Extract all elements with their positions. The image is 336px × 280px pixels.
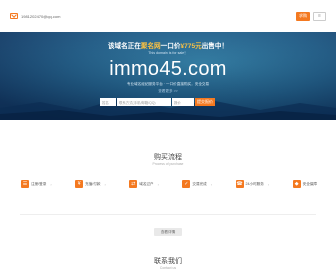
step-arrow-icon: ›	[210, 181, 213, 187]
process-step-label: 注册/登录	[31, 181, 47, 186]
sale-suffix: 出售中！	[201, 43, 229, 50]
step-arrow-icon: ›	[50, 181, 52, 187]
top-bar: 1981202470@qq.com 求购 ≡	[0, 0, 336, 32]
sale-headline: 该域名正在聚名网一口价¥775元出售中！	[0, 40, 336, 50]
process-step-label: 24小时服务	[245, 181, 264, 186]
offer-form: 姓名 联系方式(手机/邮箱/QQ) 报价 提交报价	[100, 98, 215, 106]
hero-banner: 该域名正在聚名网一口价¥775元出售中！ This domain is for …	[0, 32, 336, 120]
sale-price: ¥775元	[180, 43, 202, 50]
process-step-label: 充值/付款	[85, 181, 101, 186]
section-divider	[20, 214, 316, 215]
top-actions: 求购 ≡	[296, 11, 326, 21]
contact-email[interactable]: 1981202470@qq.com	[10, 13, 60, 19]
price-input[interactable]: 报价	[172, 98, 194, 106]
process-step-label: 域名过户	[139, 181, 154, 186]
sale-prefix: 该域名正在	[107, 43, 141, 50]
contact-input[interactable]: 联系方式(手机/邮箱/QQ)	[117, 98, 171, 106]
contact-email-text: 1981202470@qq.com	[21, 13, 61, 19]
service-icon: ☎	[235, 180, 244, 188]
buy-request-button[interactable]: 求购	[296, 11, 310, 21]
step-arrow-icon: ›	[267, 181, 270, 187]
payment-icon: ¥	[75, 180, 84, 188]
transfer-icon: ⇄	[129, 180, 138, 188]
contact-title: 联系我们	[154, 258, 182, 265]
process-step: ◆ 安全保障	[292, 180, 317, 188]
more-info-link[interactable]: 查看更多 >>	[0, 89, 336, 94]
register-icon: ☰	[21, 180, 29, 188]
safe-icon: ◆	[292, 180, 301, 188]
submit-offer-button[interactable]: 提交报价	[195, 98, 215, 106]
step-arrow-icon: ›	[104, 181, 106, 187]
name-input[interactable]: 姓名	[100, 98, 116, 106]
process-step: ✓ 交易完成 ›	[182, 180, 212, 188]
sale-subtitle: This domain is for sale！	[148, 51, 188, 55]
process-step: ☎ 24小时服务 ›	[235, 180, 270, 188]
process-step: ⇄ 域名过户 ›	[129, 180, 159, 188]
process-subtitle: Process of purchase	[152, 162, 184, 166]
process-step-label: 安全保障	[302, 181, 317, 186]
process-title: 购买流程	[154, 154, 182, 161]
domain-name: immo45.com	[109, 58, 227, 80]
mail-icon	[10, 13, 18, 19]
menu-button[interactable]: ≡	[313, 11, 326, 21]
process-steps: ☰ 注册/登录 › ¥ 充值/付款 › ⇄ 域名过户 › ✓ 交易完成 › ☎ …	[21, 180, 317, 188]
process-step-label: 交易完成	[192, 181, 207, 186]
process-step: ☰ 注册/登录 ›	[21, 180, 52, 188]
step-arrow-icon: ›	[157, 181, 159, 187]
view-details-button[interactable]: 查看详情	[154, 228, 182, 236]
sale-mid: 一口价	[160, 43, 181, 50]
hero-tagline: 专业域名经纪服务平台 · 一口价直接购买，安全交易	[126, 82, 210, 86]
contact-subtitle: Contact us	[159, 266, 177, 270]
platform-name[interactable]: 聚名网	[141, 43, 161, 50]
process-step: ¥ 充值/付款 ›	[75, 180, 106, 188]
complete-icon: ✓	[182, 180, 191, 188]
page: 1981202470@qq.com 求购 ≡ 该域名正在聚名网一口价¥775元出…	[0, 0, 336, 280]
